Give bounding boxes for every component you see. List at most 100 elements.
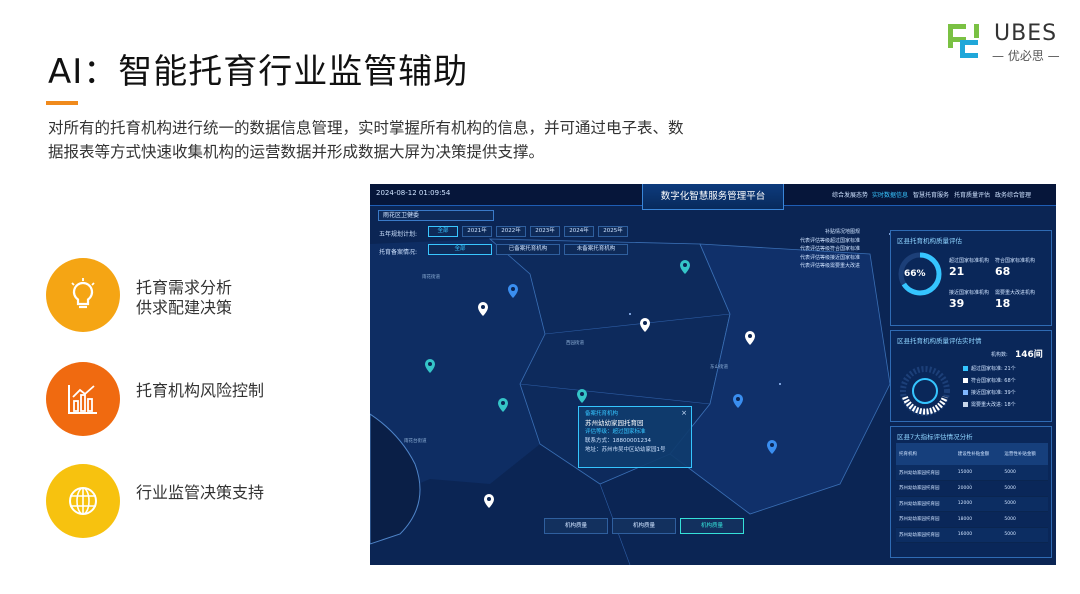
table-cell: 苏州幼幼家园托育园	[896, 496, 955, 512]
slide-description: 对所有的托育机构进行统一的数据信息管理，实时掌握所有机构的信息，并可通过电子表、…	[48, 119, 684, 161]
legend-label: 符合国家标准:	[971, 378, 1003, 384]
table-row: 苏州幼幼家园托育园 15000 5000	[896, 465, 1048, 481]
table-cell: 苏州幼幼家园托育园	[896, 511, 955, 528]
legend-row: 符合国家标准: 68个	[963, 377, 1016, 384]
table-cell: 5000	[1001, 465, 1048, 481]
ubes-logo-mark-icon	[948, 24, 979, 58]
map-pin-icon[interactable]	[497, 398, 509, 412]
legend-value: 18个	[1004, 402, 1016, 408]
legend-item: 代表评估等级超过国家标准	[800, 237, 861, 244]
legend-label: 接近国家标准:	[971, 390, 1003, 396]
map-place-label: 雨花台街道	[404, 439, 427, 444]
table-cell: 15000	[954, 465, 1002, 481]
quality-button[interactable]: 机构质量	[612, 518, 676, 534]
logo-name: UBES	[994, 21, 1058, 46]
panel-title: 区县7大指标评估情况分析	[897, 433, 973, 441]
map-pin-icon[interactable]	[766, 440, 778, 454]
quality-button[interactable]: 机构质量	[544, 518, 608, 534]
feature-label-line1: 托育需求分析	[136, 278, 233, 297]
map-pin-icon[interactable]	[483, 494, 495, 508]
lightbulb-icon	[71, 278, 95, 309]
map-place-label: 东山街道	[710, 365, 728, 370]
legend-item: 补贴情况地图规	[825, 229, 861, 235]
gauge-value: 66%	[904, 269, 926, 279]
legend-row: 需要重大改进: 18个	[963, 401, 1016, 408]
table-header: 建设性补贴金额	[954, 443, 1002, 465]
table-cell: 5000	[1001, 480, 1048, 497]
table-cell: 5000	[1001, 527, 1048, 543]
bar-chart-icon	[68, 385, 97, 414]
panel-title: 区县托育机构质量评估实时情	[897, 337, 982, 345]
realtime-assessment-panel: 区县托育机构质量评估实时情 机构数: 146间 超过国家标准: 21个 符合国家…	[890, 330, 1052, 422]
feature-decision-support: 行业监管决策支持	[46, 464, 346, 540]
popup-status: 备案托育机构	[585, 411, 619, 417]
stat-value: 18	[995, 297, 1011, 310]
indicator-analysis-panel: 区县7大指标评估情况分析 托育机构 建设性补贴金额 运营性补贴金额 苏州幼幼家园…	[890, 426, 1052, 558]
table-header: 托育机构	[896, 443, 955, 465]
nav-quality[interactable]: 托育质量评估	[954, 190, 990, 199]
table-cell: 苏州幼幼家园托育园	[896, 480, 955, 497]
legend-value: 21个	[1004, 366, 1016, 372]
map-place-label: 西园街道	[566, 341, 584, 346]
region-select[interactable]: 雨花区卫健委	[378, 210, 494, 221]
realtime-gauge	[900, 366, 950, 416]
institution-popup: × 备案托育机构 苏州幼幼家园托育园 评估等级：超过国家标准 联系方式：1880…	[578, 406, 692, 468]
map-pin-icon[interactable]	[744, 331, 756, 345]
map-pin-icon[interactable]	[477, 302, 489, 316]
quality-button-active[interactable]: 机构质量	[680, 518, 744, 534]
plan-filter-2024[interactable]: 2024年	[564, 226, 594, 237]
map-pin-icon[interactable]	[576, 389, 588, 403]
panel-title: 区县托育机构质量评估	[897, 237, 962, 245]
table-header-row: 托育机构 建设性补贴金额 运营性补贴金额	[896, 443, 1048, 465]
table-cell: 12000	[954, 496, 1002, 512]
table-cell: 苏州幼幼家园托育园	[896, 465, 955, 481]
stat-value: 21	[949, 265, 965, 278]
map-pin-icon[interactable]	[679, 260, 691, 274]
legend-value: 68个	[1004, 378, 1016, 384]
platform-title: 数字化智慧服务管理平台	[642, 184, 784, 210]
stat-label: 需要重大改进机构	[995, 290, 1036, 296]
stat-value: 68	[995, 265, 1011, 278]
map-pin-icon[interactable]	[507, 284, 519, 298]
table-cell: 5000	[1001, 496, 1048, 512]
map-pin-icon[interactable]	[639, 318, 651, 332]
popup-address: 地址：苏州市吴中区幼幼家园1号	[585, 447, 666, 453]
plan-filter-all[interactable]: 全部	[428, 226, 458, 237]
plan-filter-2023[interactable]: 2023年	[530, 226, 560, 237]
plan-filter-label: 五年规划计划:	[379, 231, 418, 238]
legend-item: 代表评估等级需要重大改进	[800, 263, 861, 269]
popup-name: 苏州幼幼家园托育园	[585, 419, 644, 427]
ubes-logo: UBES — 优必思 —	[944, 20, 1069, 64]
record-filter-all[interactable]: 全部	[428, 244, 492, 255]
nav-overview[interactable]: 综合发展态势	[832, 190, 868, 199]
subsidy-table: 托育机构 建设性补贴金额 运营性补贴金额 苏州幼幼家园托育园 15000 5000 …	[896, 443, 1048, 543]
stat-label: 超过国家标准机构	[949, 258, 990, 264]
table-cell: 16000	[954, 527, 1002, 543]
feature-icon-circle	[46, 362, 120, 436]
nav-realtime[interactable]: 实时数据信息	[872, 190, 908, 199]
title-accent-bar	[46, 101, 78, 105]
nav-smart-service[interactable]: 智慧托育服务	[913, 190, 949, 199]
plan-filter-2022[interactable]: 2022年	[496, 226, 526, 237]
feature-demand-analysis: 托育需求分析 供求配建决策	[46, 258, 346, 334]
record-filter-unregistered[interactable]: 未备案托育机构	[564, 244, 628, 255]
feature-icon-circle	[46, 464, 120, 538]
map-pin-icon[interactable]	[732, 394, 744, 408]
popup-close-icon[interactable]: ×	[681, 409, 687, 418]
map-pin-icon[interactable]	[424, 359, 436, 373]
map-place-label: 雨花街道	[422, 275, 440, 280]
record-filter-registered[interactable]: 已备案托育机构	[496, 244, 560, 255]
globe-icon	[69, 487, 97, 515]
popup-grade: 评估等级：超过国家标准	[585, 429, 646, 435]
table-header: 运营性补贴金额	[1001, 443, 1048, 465]
legend-row: 接近国家标准: 39个	[963, 389, 1016, 396]
quality-assessment-panel: 区县托育机构质量评估 66% 超过国家标准机构 21 符合国家标准机构 68 接…	[890, 230, 1052, 326]
plan-filter-2021[interactable]: 2021年	[462, 226, 492, 237]
feature-label-line2: 供求配建决策	[136, 298, 233, 317]
nav-government[interactable]: 政务综合管理	[995, 190, 1031, 199]
dashboard-datetime: 2024-08-12 01:09:54	[376, 189, 451, 197]
legend-value: 39个	[1004, 390, 1016, 396]
plan-filter-2025[interactable]: 2025年	[598, 226, 628, 237]
legend-label: 超过国家标准:	[971, 366, 1003, 372]
stat-label: 接近国家标准机构	[949, 290, 990, 296]
